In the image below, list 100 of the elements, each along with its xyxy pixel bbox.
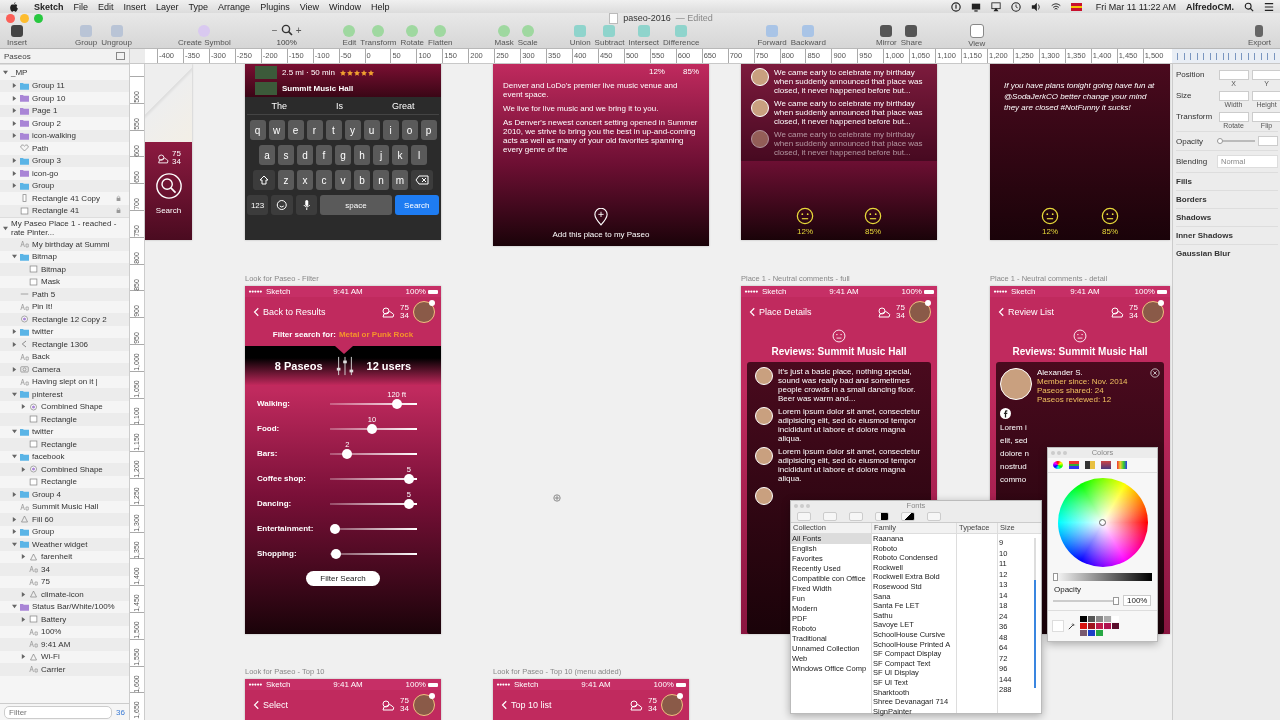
disclosure-triangle-icon[interactable] (12, 516, 17, 522)
close-icon[interactable] (1150, 368, 1160, 378)
wifi-icon[interactable] (1050, 1, 1061, 12)
opacity-field[interactable]: 100% (1123, 595, 1152, 606)
layer-row[interactable]: 9:41 AM (0, 638, 129, 651)
disclosure-triangle-icon[interactable] (21, 466, 26, 472)
map-pin-icon[interactable] (594, 208, 608, 226)
facebook-icon[interactable] (1000, 408, 1011, 419)
display-icon[interactable] (970, 1, 981, 12)
layer-row[interactable]: Group 11 (0, 79, 129, 92)
disclosure-triangle-icon[interactable] (21, 654, 26, 660)
input-field[interactable] (1251, 112, 1280, 122)
menu-item[interactable]: Arrange (218, 1, 251, 12)
layer-row[interactable]: Camera (0, 363, 129, 376)
brightness-slider[interactable] (1053, 573, 1152, 581)
menu-item[interactable]: Help (371, 1, 390, 12)
color-swatch[interactable] (1080, 616, 1087, 622)
avatar[interactable] (413, 301, 435, 323)
slider-thumb[interactable] (330, 549, 341, 559)
filter-field[interactable]: Filter (4, 705, 113, 719)
color-swatch[interactable] (1112, 623, 1119, 629)
search-icon[interactable] (1244, 1, 1254, 12)
layer-row[interactable]: Rectangle 41 Copy (0, 192, 129, 205)
disclosure-triangle-icon[interactable] (21, 616, 26, 622)
sliders-tab[interactable] (1069, 461, 1079, 469)
zoom-out-button[interactable]: − (271, 24, 278, 36)
keyboard-key[interactable]: z (278, 170, 294, 190)
keyboard-key[interactable]: f (316, 145, 332, 165)
zoom-in-button[interactable]: + (295, 24, 302, 36)
input-field[interactable] (1251, 91, 1280, 101)
disclosure-triangle-icon[interactable] (12, 95, 17, 101)
list-icon[interactable] (1264, 1, 1274, 12)
back-chevron-icon[interactable] (501, 700, 507, 710)
layer-row[interactable]: My birthday at Summi (0, 238, 129, 251)
color-swatch[interactable] (1080, 623, 1087, 629)
color-swatch[interactable] (1088, 623, 1095, 629)
disclosure-triangle-icon[interactable] (12, 604, 17, 610)
disclosure-triangle-icon[interactable] (12, 133, 17, 139)
layer-row[interactable]: Rectangle (0, 438, 129, 451)
toolbar-button[interactable]: Flatten (427, 24, 454, 47)
slider-thumb[interactable] (1113, 596, 1119, 605)
disclosure-triangle-icon[interactable] (12, 183, 17, 189)
app-menu[interactable]: Sketch (34, 1, 64, 12)
toolbar-button[interactable]: Difference (662, 24, 701, 47)
layer-row[interactable]: Summit Music Hall (0, 500, 129, 513)
keyboard-key[interactable]: y (344, 120, 361, 140)
emoji-key[interactable] (271, 195, 293, 215)
space-key[interactable]: space (320, 195, 392, 215)
disclosure-triangle-icon[interactable] (12, 83, 17, 89)
disclosure-triangle-icon[interactable] (12, 491, 17, 497)
avatar[interactable] (1142, 301, 1164, 323)
disclosure-triangle-icon[interactable] (12, 170, 17, 176)
neutral-face-icon[interactable] (864, 207, 882, 225)
layer-row[interactable]: Rectangle 41 (0, 204, 129, 217)
color-swatch[interactable] (1112, 616, 1119, 622)
menu-item[interactable]: Insert (123, 1, 147, 12)
section-header[interactable]: Inner Shadows (1176, 226, 1278, 244)
layer-row[interactable]: Combined Shape (0, 463, 129, 476)
layer-row[interactable]: twitter (0, 425, 129, 438)
layer-row[interactable]: Bitmap (0, 263, 129, 276)
keyboard-key[interactable]: m (392, 170, 408, 190)
suggestion[interactable]: Is (336, 101, 343, 111)
back-link[interactable]: Back to Results (263, 307, 326, 317)
page-selector[interactable]: Paseos (4, 51, 31, 61)
layer-row[interactable]: Bitmap (0, 250, 129, 263)
section-header[interactable]: Borders (1176, 190, 1278, 208)
keyboard-key[interactable]: d (297, 145, 313, 165)
keyboard-key[interactable]: i (382, 120, 399, 140)
keyboard-key[interactable]: x (297, 170, 313, 190)
keyboard-key[interactable]: u (363, 120, 380, 140)
slider-thumb[interactable] (403, 499, 414, 509)
disclosure-triangle-icon[interactable] (3, 225, 8, 231)
disclosure-triangle-icon[interactable] (12, 108, 17, 114)
color-swatch[interactable] (1088, 630, 1095, 636)
disclosure-triangle-icon[interactable] (12, 329, 17, 335)
keyboard-key[interactable]: g (335, 145, 351, 165)
disclosure-triangle-icon[interactable] (21, 404, 26, 410)
lock-icon[interactable] (116, 194, 121, 202)
disclosure-triangle-icon[interactable] (12, 158, 17, 164)
layer-row[interactable]: Weather widget (0, 538, 129, 551)
back-chevron-icon[interactable] (253, 700, 259, 710)
toolbar-button[interactable]: Mirror (874, 24, 898, 47)
numbers-key[interactable]: 123 (247, 195, 269, 215)
magnifier-icon[interactable] (280, 24, 293, 36)
layer-row[interactable]: climate-icon (0, 588, 129, 601)
back-chevron-icon[interactable] (749, 307, 755, 317)
search-key[interactable]: Search (394, 195, 439, 215)
filter-search-button[interactable]: Filter Search (306, 571, 380, 586)
keyboard-key[interactable]: n (373, 170, 389, 190)
disclosure-triangle-icon[interactable] (12, 529, 17, 535)
section-header[interactable]: Shadows (1176, 208, 1278, 226)
layer-row[interactable]: Pin It! (0, 300, 129, 313)
layer-row[interactable]: Back (0, 350, 129, 363)
slider-thumb[interactable] (330, 524, 340, 534)
keyboard-key[interactable]: e (287, 120, 304, 140)
layer-row[interactable]: Group 10 (0, 92, 129, 105)
layer-row[interactable]: Carrier (0, 663, 129, 676)
disclosure-triangle-icon[interactable] (12, 541, 17, 547)
eyedropper-icon[interactable] (1068, 622, 1076, 630)
input-field[interactable] (1258, 136, 1278, 146)
